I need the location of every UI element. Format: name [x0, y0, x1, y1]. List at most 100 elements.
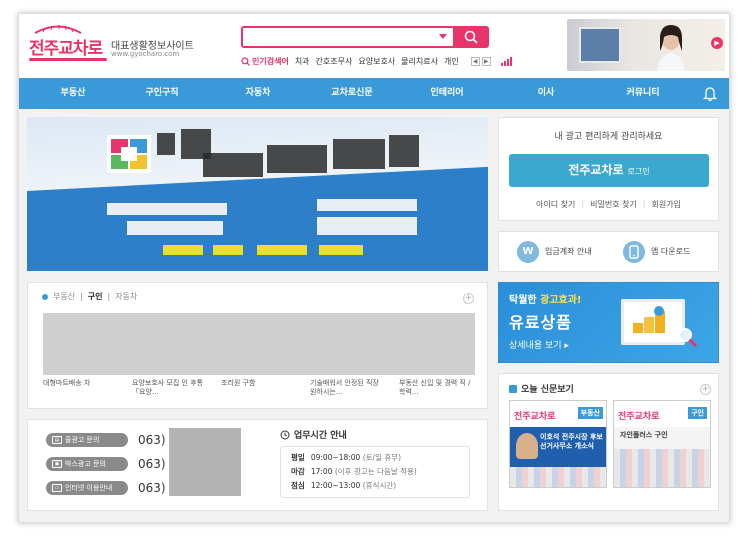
- hours-key: 점심: [291, 481, 305, 490]
- nav-item-cars[interactable]: 자동차: [218, 78, 298, 109]
- tab-separator: |: [80, 292, 83, 301]
- popular-term[interactable]: 개인: [444, 56, 459, 67]
- listings-more-button[interactable]: +: [463, 293, 474, 304]
- nav-item-community[interactable]: 커뮤니티: [603, 78, 683, 109]
- popular-search-bar: 인기검색어 치과 간호조무사 요양보호사 물리치료사 개인 ◀ ▶: [241, 54, 512, 68]
- login-button[interactable]: 전주교차로 로그인: [509, 154, 709, 187]
- newspaper-real-estate[interactable]: 전주교차로 부동산 이호석 전주시장 후보 선거사무소 개소식: [509, 400, 607, 488]
- quick-links-panel: W 입금계좌 안내 앱 다운로드: [498, 231, 719, 272]
- box-icon: ▣: [52, 460, 62, 468]
- contact-panel: ▤ 줄광고 문의 063) ▣ 박스광고 문의 063) ▭ 인터넷 이용안내 063…: [27, 419, 488, 511]
- app-download-link[interactable]: 앱 다운로드: [623, 232, 690, 271]
- hours-key: 마감: [291, 467, 305, 476]
- listing-item[interactable]: 조리원 구함: [221, 379, 293, 388]
- join-link[interactable]: 회원가입: [652, 199, 681, 210]
- ad-person-image: [657, 25, 685, 71]
- find-password-link[interactable]: 비밀번호 찾기: [590, 199, 637, 210]
- contact-row: ▭ 인터넷 이용안내 063): [46, 480, 166, 496]
- contact-label: 인터넷 이용안내: [65, 484, 113, 492]
- newspaper-title-text: 오늘 신문보기: [521, 385, 574, 395]
- tab-cars[interactable]: 자동차: [115, 291, 137, 302]
- listing-images-placeholder: [43, 313, 475, 375]
- newspaper-jobs[interactable]: 전주교차로 구인 자인플러스 구인: [613, 400, 711, 488]
- popular-term[interactable]: 간호조무사: [316, 56, 353, 67]
- popular-search-label: 인기검색어: [241, 56, 289, 67]
- popular-arrows: ◀ ▶: [470, 56, 491, 66]
- paper-headline: 자인플러스 구인: [620, 431, 668, 439]
- hours-value: 17:00: [310, 467, 333, 476]
- phone-icon: [623, 240, 645, 263]
- popular-prev-button[interactable]: ◀: [470, 56, 480, 66]
- login-button-sub: 로그인: [627, 167, 650, 176]
- find-id-link[interactable]: 아이디 찾기: [536, 199, 575, 210]
- box-ad-inquiry-button[interactable]: ▣ 박스광고 문의: [46, 457, 128, 471]
- won-icon: W: [517, 240, 539, 263]
- tab-real-estate[interactable]: 부동산: [53, 291, 75, 302]
- contact-number: 063): [138, 433, 166, 447]
- listing-item[interactable]: 기술배워서 안정된 직장 원하시는...: [310, 379, 382, 397]
- contact-label: 줄광고 문의: [65, 436, 100, 444]
- blurred-region: [163, 245, 203, 255]
- monitor-icon: ▭: [52, 484, 62, 492]
- blurred-region: [389, 135, 419, 167]
- blurred-region: [333, 139, 385, 169]
- search-icon: [464, 30, 478, 44]
- line-ad-inquiry-button[interactable]: ▤ 줄광고 문의: [46, 433, 128, 447]
- blurred-region: [319, 245, 363, 255]
- paper-logo: 전주교차로: [618, 412, 660, 422]
- tab-separator: |: [107, 292, 111, 301]
- signal-icon: [500, 56, 512, 66]
- banner-logo-icon: [107, 135, 151, 173]
- paper-header: 전주교차로 부동산: [510, 401, 606, 427]
- listing-tabs: 부동산 | 구인 | 자동차: [42, 291, 137, 302]
- login-button-main: 전주교차로: [568, 163, 624, 177]
- nav-item-jobs[interactable]: 구인구직: [122, 78, 202, 109]
- paid-detail-link[interactable]: 상세내용 보기 ▸: [509, 338, 569, 351]
- paid-headline: 탁월한 광고효과!: [509, 291, 581, 306]
- listing-item[interactable]: 부동산 신입 및 경력 직 /학력...: [399, 379, 471, 397]
- popular-next-button[interactable]: ▶: [481, 56, 491, 66]
- bell-icon[interactable]: [702, 86, 718, 102]
- search-button[interactable]: [453, 26, 489, 48]
- deposit-account-link[interactable]: W 입금계좌 안내: [517, 232, 592, 271]
- search-dropdown-caret-icon[interactable]: [439, 34, 447, 39]
- listing-item[interactable]: 요양보호사 모집 인 후통 「요양...: [132, 379, 204, 397]
- blurred-region: [267, 145, 327, 173]
- listing-item[interactable]: 대형마트배송 차: [43, 379, 115, 388]
- hours-note: (토/일 휴무): [362, 453, 402, 462]
- link-separator: |: [581, 199, 585, 208]
- login-links: 아이디 찾기 | 비밀번호 찾기 | 회원가입: [499, 199, 718, 210]
- hours-note: (이후 광고는 다음날 적용): [334, 467, 417, 476]
- hours-box: 평일 09:00~18:00 (토/일 휴무) 마감 17:00 (이후 광고는 다…: [280, 446, 470, 498]
- nav-item-real-estate[interactable]: 부동산: [33, 78, 113, 109]
- internet-guide-button[interactable]: ▭ 인터넷 이용안내: [46, 481, 128, 495]
- ad-next-icon[interactable]: ▶: [711, 37, 723, 49]
- paid-headline-a: 탁월한: [509, 295, 541, 306]
- login-panel: 내 광고 편리하게 관리하세요 전주교차로 로그인 아이디 찾기 | 비밀번호 찾…: [498, 117, 719, 221]
- blurred-region: [127, 221, 223, 235]
- hours-title-text: 업무시간 안내: [294, 431, 347, 441]
- popular-term[interactable]: 치과: [295, 56, 310, 67]
- popular-term[interactable]: 물리치료사: [401, 56, 438, 67]
- hours-value: 12:00~13:00: [310, 481, 361, 490]
- header-ad-banner[interactable]: ▶: [567, 19, 725, 71]
- popular-term[interactable]: 요양보호사: [358, 56, 395, 67]
- nav-item-moving[interactable]: 이사: [506, 78, 586, 109]
- paper-logo: 전주교차로: [514, 412, 556, 422]
- deposit-account-label: 입금계좌 안내: [545, 247, 592, 256]
- paid-product-banner[interactable]: 탁월한 광고효과! 유료상품 상세내용 보기 ▸: [498, 282, 719, 363]
- hours-row: 마감 17:00 (이후 광고는 다음날 적용): [291, 465, 459, 479]
- blurred-region: [157, 133, 175, 155]
- tab-jobs[interactable]: 구인: [88, 291, 103, 302]
- main-promo-banner[interactable]: [27, 117, 488, 271]
- link-separator: |: [642, 199, 646, 208]
- newspaper-more-button[interactable]: +: [700, 384, 711, 395]
- site-logo[interactable]: 전주교차로 대표생활정보사이트 www.gyocharo.com: [27, 24, 237, 68]
- paper-tag: 구인: [688, 407, 707, 419]
- nav-item-newspaper[interactable]: 교차로신문: [312, 78, 392, 109]
- paid-headline-b: 광고효과!: [540, 295, 582, 306]
- contact-label: 박스광고 문의: [65, 460, 106, 468]
- nav-item-interior[interactable]: 인테리어: [407, 78, 487, 109]
- blurred-region: [203, 153, 263, 177]
- search-input[interactable]: [241, 26, 455, 48]
